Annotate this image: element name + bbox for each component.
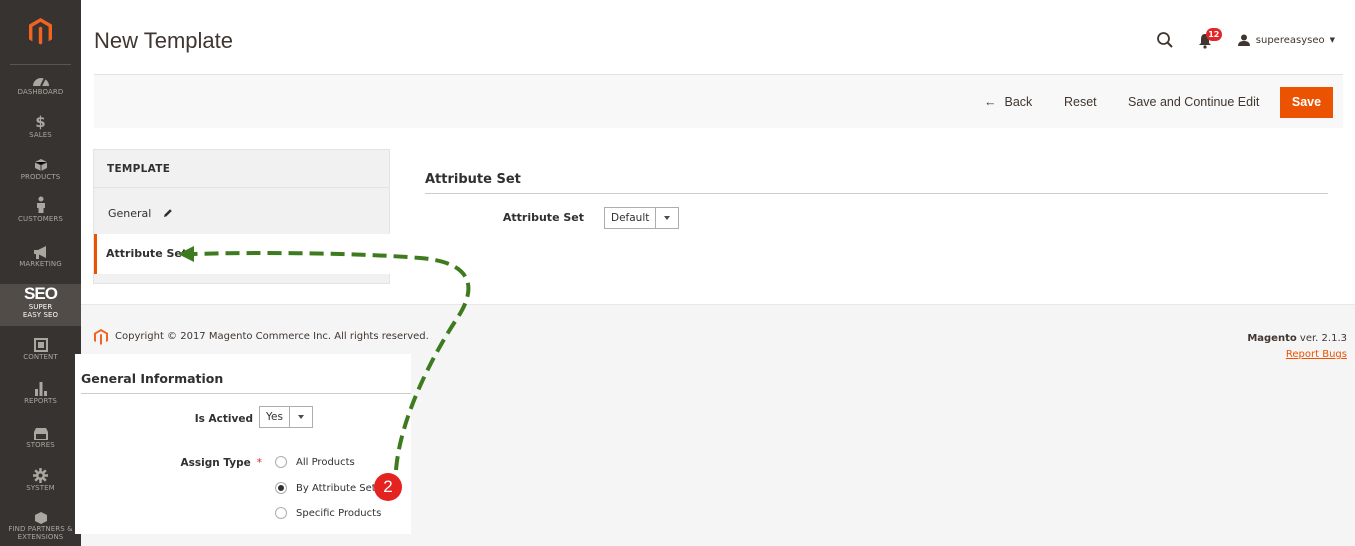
- nav-item-reports[interactable]: REPORTS: [0, 380, 81, 405]
- radio-label: By Attribute Set: [296, 482, 376, 494]
- magento-logo[interactable]: [0, 0, 81, 64]
- magento-footer-logo-icon: [94, 329, 108, 345]
- assign-type-label: Assign Type *: [135, 457, 262, 469]
- chevron-down-icon: [289, 407, 312, 427]
- nav-item-dashboard[interactable]: DASHBOARD: [0, 73, 81, 96]
- arrow-left-icon: ←: [984, 95, 997, 109]
- nav-item-super-easy-seo[interactable]: SEO SUPER EASY SEO: [0, 284, 81, 326]
- is-actived-value: Yes: [260, 407, 290, 427]
- box-icon: [34, 512, 47, 524]
- nav-label: DASHBOARD: [17, 88, 64, 96]
- tab-attribute-set-label: Attribute Set: [106, 247, 188, 260]
- is-actived-label: Is Actived: [194, 413, 253, 425]
- nav-item-stores[interactable]: STORES: [0, 428, 81, 449]
- radio-label: All Products: [296, 456, 355, 468]
- template-tabs: TEMPLATE General Attribute Set: [93, 149, 390, 284]
- username: supereasyseo: [1255, 34, 1325, 46]
- nav-item-products[interactable]: PRODUCTS: [0, 158, 81, 181]
- dashboard-icon: [32, 77, 49, 87]
- step-number-badge: 2: [374, 473, 402, 501]
- tab-attribute-set[interactable]: Attribute Set: [94, 234, 390, 274]
- seo-icon: SEO: [24, 284, 58, 303]
- nav-item-system[interactable]: SYSTEM: [0, 468, 81, 492]
- user-icon: [1237, 34, 1250, 46]
- radio-button[interactable]: [275, 456, 287, 468]
- is-actived-select[interactable]: Yes: [259, 406, 313, 428]
- nav-label: CUSTOMERS: [18, 215, 63, 223]
- nav-label: SYSTEM: [26, 484, 55, 492]
- inset-divider: [81, 393, 411, 394]
- inset-title: General Information: [81, 371, 224, 386]
- pencil-icon: [163, 209, 172, 217]
- nav-item-content[interactable]: CONTENT: [0, 338, 81, 361]
- section-title: Attribute Set: [425, 172, 521, 187]
- user-menu[interactable]: supereasyseo ▼: [1237, 34, 1335, 46]
- brand-name: Magento: [1247, 333, 1297, 344]
- tab-general[interactable]: General: [94, 194, 390, 234]
- radio-by-attribute-set[interactable]: By Attribute Set: [275, 482, 376, 494]
- radio-specific-products[interactable]: Specific Products: [275, 507, 381, 519]
- required-mark: *: [256, 457, 262, 469]
- copyright-text: Copyright © 2017 Magento Commerce Inc. A…: [115, 331, 429, 342]
- page-actions-bar: ← Back Reset Save and Continue Edit Save: [94, 74, 1343, 128]
- save-button[interactable]: Save: [1280, 87, 1333, 118]
- nav-label: SALES: [29, 131, 52, 139]
- assign-type-label-text: Assign Type: [180, 457, 251, 469]
- layout-icon: [33, 338, 48, 352]
- back-label: Back: [1004, 95, 1033, 109]
- nav-label: CONTENT: [23, 353, 58, 361]
- reset-button[interactable]: Reset: [1064, 75, 1097, 129]
- bar-chart-icon: [34, 382, 47, 396]
- nav-item-marketing[interactable]: MARKETING: [0, 246, 81, 268]
- nav-label: FIND PARTNERS & EXTENSIONS: [8, 525, 73, 541]
- attribute-set-select[interactable]: Default: [604, 207, 680, 229]
- radio-button[interactable]: [275, 507, 287, 519]
- person-icon: [36, 196, 45, 213]
- header-actions: 12 supereasyseo ▼: [1156, 28, 1335, 50]
- megaphone-icon: [33, 246, 46, 259]
- nav-label: REPORTS: [24, 397, 57, 405]
- general-information-inset: General Information Is Actived Yes Assig…: [75, 354, 411, 534]
- nav-item-sales[interactable]: $ SALES: [0, 114, 81, 139]
- version-number: ver. 2.1.3: [1299, 333, 1347, 344]
- notification-count-badge: 12: [1205, 28, 1222, 41]
- gear-icon: [33, 468, 48, 483]
- radio-all-products[interactable]: All Products: [275, 456, 355, 468]
- attribute-set-label: Attribute Set: [502, 211, 584, 224]
- tabs-divider: [94, 187, 389, 188]
- save-and-continue-button[interactable]: Save and Continue Edit: [1128, 75, 1259, 129]
- search-icon[interactable]: [1156, 31, 1174, 49]
- cube-icon: [34, 159, 47, 171]
- page-title: New Template: [94, 28, 233, 53]
- store-icon: [33, 428, 48, 440]
- section-divider: [425, 193, 1328, 194]
- tab-label: General: [108, 207, 173, 220]
- nav-label: SUPER EASY SEO: [22, 303, 59, 319]
- attribute-set-value: Default: [605, 208, 657, 228]
- radio-button-selected[interactable]: [275, 482, 287, 494]
- nav-label: PRODUCTS: [20, 173, 61, 181]
- nav-item-customers[interactable]: CUSTOMERS: [0, 196, 81, 223]
- chevron-down-icon: [656, 208, 679, 228]
- nav-label: STORES: [26, 441, 55, 449]
- admin-sidebar: DASHBOARD $ SALES PRODUCTS CUSTOMERS MAR…: [0, 0, 81, 546]
- notifications-button[interactable]: 12: [1198, 28, 1222, 49]
- back-button[interactable]: ← Back: [984, 75, 1032, 129]
- tabs-title: TEMPLATE: [107, 163, 171, 175]
- nav-item-find-partners[interactable]: FIND PARTNERS & EXTENSIONS: [0, 511, 81, 541]
- report-bugs-link[interactable]: Report Bugs: [1286, 349, 1347, 360]
- chevron-down-icon: ▼: [1329, 36, 1335, 44]
- radio-label: Specific Products: [296, 507, 382, 519]
- magento-logo-icon: [29, 18, 52, 45]
- dollar-icon: $: [35, 113, 46, 131]
- magento-version: Magento ver. 2.1.3: [1247, 333, 1347, 344]
- tab-general-label: General: [108, 207, 152, 220]
- nav-divider: [10, 64, 71, 65]
- nav-label: MARKETING: [19, 260, 62, 268]
